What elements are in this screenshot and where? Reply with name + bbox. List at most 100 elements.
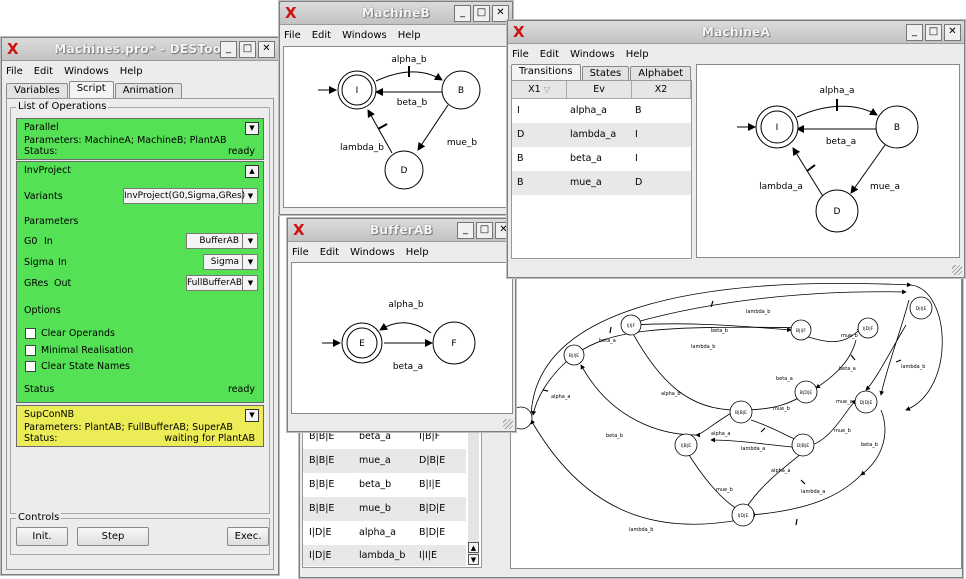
menu-file[interactable]: File (6, 66, 23, 77)
op-status-label: Status: (24, 433, 58, 444)
operations-label: List of Operations (16, 101, 109, 112)
param-sigma-select[interactable]: Sigma ▼ (203, 254, 258, 270)
menu-edit[interactable]: Edit (320, 247, 339, 258)
maximize-icon[interactable]: □ (925, 24, 942, 41)
plant-table-row[interactable]: B|B|E mue_a D|B|E (303, 449, 466, 473)
table-row[interactable]: B beta_a I (512, 147, 691, 171)
plant-state-label: B|D|E (800, 390, 813, 396)
menu-file[interactable]: File (292, 247, 309, 258)
close-icon[interactable]: ✕ (944, 24, 961, 41)
checkbox-icon[interactable] (25, 345, 36, 356)
clear-operands-checkbox[interactable]: Clear Operands (25, 328, 115, 339)
param-g0-select[interactable]: BufferAB ▼ (186, 233, 258, 249)
menu-windows[interactable]: Windows (64, 66, 109, 77)
edge-label: mue_b (447, 138, 478, 148)
state-label: I (356, 86, 359, 96)
bufferab-titlebar[interactable]: X BufferAB _ □ ✕ (288, 219, 515, 242)
scroll-up-icon[interactable]: ▲ (468, 542, 479, 553)
checkbox-icon[interactable] (25, 328, 36, 339)
menu-windows[interactable]: Windows (350, 247, 395, 258)
menu-help[interactable]: Help (398, 30, 421, 41)
maximize-icon[interactable]: □ (476, 222, 493, 239)
minimize-icon[interactable]: _ (454, 5, 471, 22)
checkbox-label: Clear State Names (41, 361, 131, 372)
checkbox-icon[interactable] (25, 361, 36, 372)
chevron-down-icon[interactable]: ▼ (245, 122, 259, 135)
menu-windows[interactable]: Windows (342, 30, 387, 41)
minimize-icon[interactable]: _ (220, 41, 237, 58)
step-button[interactable]: Step (77, 527, 149, 546)
chevron-up-icon[interactable]: ▲ (245, 165, 259, 178)
plant-edge-label: mue_b (773, 406, 790, 412)
machinea-titlebar[interactable]: X MachineA _ □ ✕ (508, 21, 964, 44)
resize-grip-icon[interactable] (952, 265, 962, 275)
scroll-down-icon[interactable]: ▼ (468, 554, 479, 565)
param-gres-select[interactable]: FullBufferAB ▼ (186, 275, 258, 291)
table-row[interactable]: I alpha_a B (512, 99, 691, 123)
checkbox-label: Clear Operands (41, 328, 115, 339)
tab-animation[interactable]: Animation (114, 83, 182, 99)
plant-edge-label: mue_b (841, 333, 858, 339)
maximize-icon[interactable]: □ (473, 5, 490, 22)
plant-edge-label: beta_a (839, 366, 856, 372)
destool-window: X Machines.pro* - DESTool _ □ ✕ File Edi… (1, 37, 279, 575)
cell-ev: mue_a (359, 455, 391, 466)
tab-variables[interactable]: Variables (6, 83, 68, 99)
transition-table[interactable]: X1 ▽ Ev X2 I alpha_a B D lambda_a I B be… (511, 80, 692, 259)
menu-windows[interactable]: Windows (570, 49, 615, 60)
operation-invproject[interactable]: InvProject ▲ Variants InvProject(G0,Sigm… (16, 161, 264, 403)
minimize-icon[interactable]: _ (457, 222, 474, 239)
maximize-icon[interactable]: □ (239, 41, 256, 58)
cell-x1: B (517, 153, 524, 164)
menu-edit[interactable]: Edit (540, 49, 559, 60)
state-label: I (776, 123, 779, 133)
operation-parallel[interactable]: Parallel ▼ Parameters: MachineA; Machine… (16, 118, 264, 160)
plant-table-row[interactable]: B|B|E mue_b B|D|E (303, 497, 466, 521)
cell-x1: I|D|E (309, 527, 332, 538)
column-header-x1[interactable]: X1 ▽ (512, 81, 567, 99)
plant-table-row[interactable]: B|B|E beta_b B|I|E (303, 473, 463, 497)
plant-state-label: D|I|E (916, 306, 927, 312)
op-status: ready (227, 384, 255, 395)
variants-select[interactable]: InvProject(G0,Sigma,GRes) ▼ (123, 188, 258, 204)
table-scrollbar[interactable]: ▲ ▼ (468, 420, 479, 565)
init-button[interactable]: Init. (16, 527, 68, 546)
chevron-down-icon[interactable]: ▼ (245, 409, 259, 422)
menu-help[interactable]: Help (120, 66, 143, 77)
menu-edit[interactable]: Edit (312, 30, 331, 41)
menu-file[interactable]: File (284, 30, 301, 41)
machinea-graph-canvas[interactable]: I B D alpha_a beta_a lambda_a mue_a (696, 64, 960, 258)
op-params: Parameters: MachineA; MachineB; PlantAB (24, 135, 227, 146)
plant-table-row[interactable]: I|D|E lambda_b I|I|E (303, 545, 466, 566)
state-label: E (359, 339, 365, 349)
menu-edit[interactable]: Edit (34, 66, 53, 77)
tab-script[interactable]: Script (68, 81, 114, 99)
machineb-titlebar[interactable]: X MachineB _ □ ✕ (280, 2, 512, 25)
machineb-graph-canvas[interactable]: I B D alpha_b beta_b lambda_b mue_b (283, 46, 511, 208)
plant-graph-canvas[interactable]: I|I|F B|I|E B|I|F I|D|F D|I|E B|B|E B|D|… (510, 269, 962, 569)
bufferab-graph-canvas[interactable]: E F alpha_b beta_a (291, 262, 513, 414)
menu-help[interactable]: Help (406, 247, 429, 258)
machineb-window: X MachineB _ □ ✕ File Edit Windows Help (279, 1, 513, 215)
cell-x2: D|B|E (419, 455, 446, 466)
plant-edge-label: lambda_a (801, 489, 825, 495)
menu-help[interactable]: Help (626, 49, 649, 60)
table-row[interactable]: B mue_a D (512, 171, 691, 195)
plant-state-label: I|D|F (863, 326, 874, 332)
plant-edge-label: beta_b (606, 433, 623, 439)
table-row[interactable]: D lambda_a I (512, 123, 691, 147)
operation-supconnb[interactable]: SupConNB ▼ Parameters: PlantAB; FullBuff… (16, 405, 264, 447)
close-icon[interactable]: ✕ (258, 41, 275, 58)
column-header-x2[interactable]: X2 (632, 81, 691, 99)
resize-grip-icon[interactable] (503, 419, 513, 429)
plant-edge-label: beta_b (861, 442, 878, 448)
exec-button[interactable]: Exec. (227, 527, 269, 546)
minimal-realisation-checkbox[interactable]: Minimal Realisation (25, 345, 133, 356)
menu-file[interactable]: File (512, 49, 529, 60)
minimize-icon[interactable]: _ (906, 24, 923, 41)
clear-state-names-checkbox[interactable]: Clear State Names (25, 361, 130, 372)
destool-titlebar[interactable]: X Machines.pro* - DESTool _ □ ✕ (2, 38, 278, 61)
cell-x2: B (635, 105, 642, 116)
plant-table-row[interactable]: I|D|E alpha_a B|D|E (303, 521, 463, 545)
column-header-ev[interactable]: Ev (567, 81, 632, 99)
